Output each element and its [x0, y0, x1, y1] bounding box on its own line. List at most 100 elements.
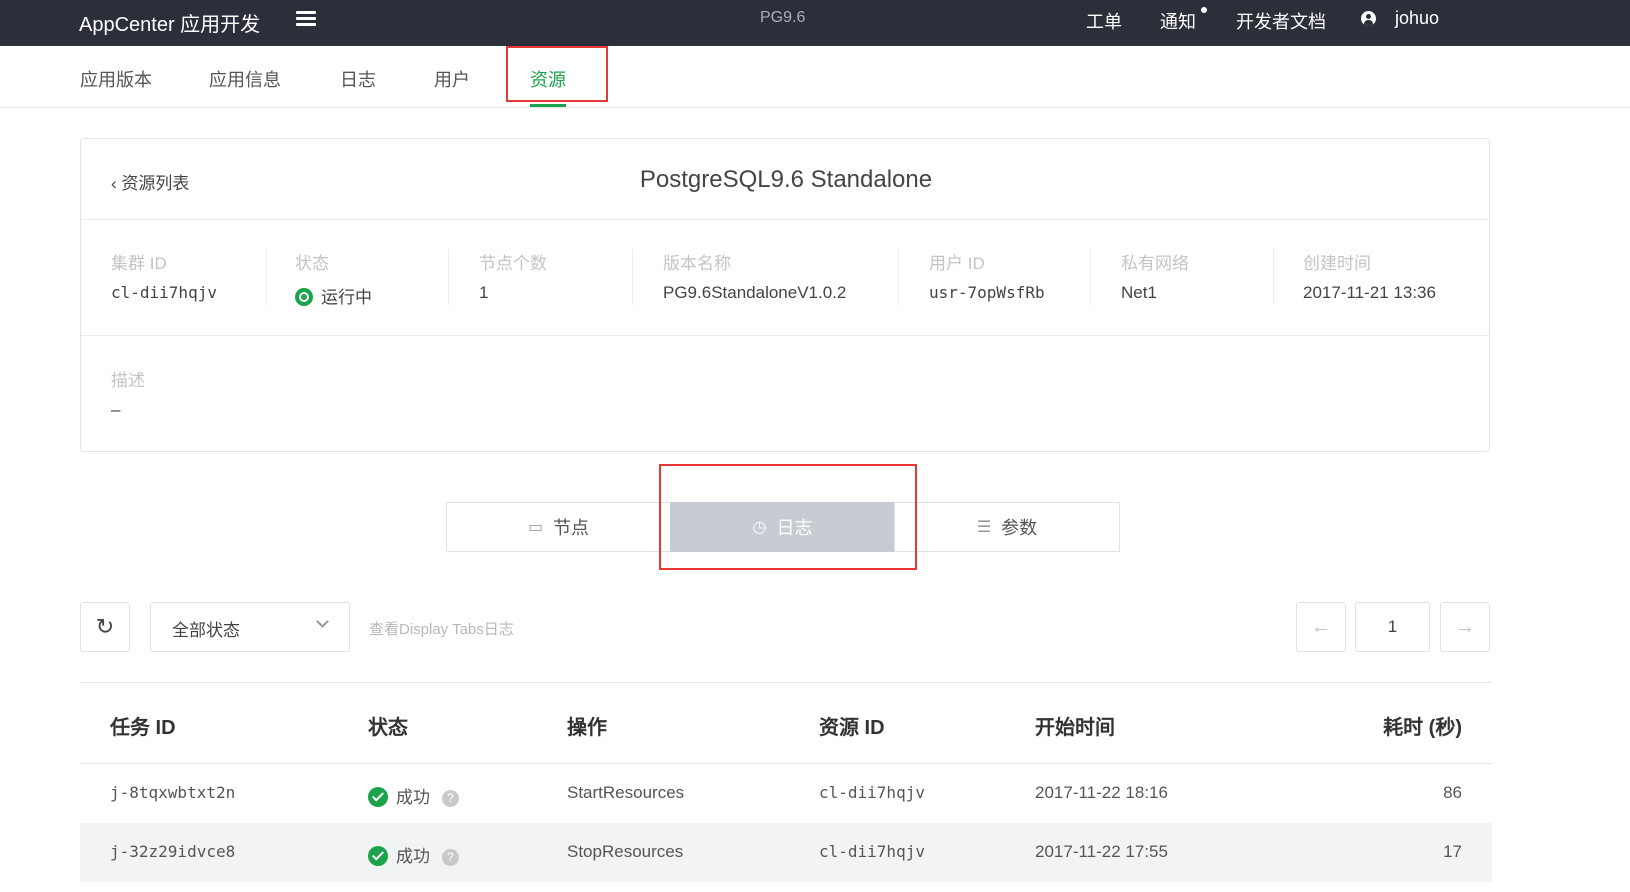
segment-label: 日志 [776, 518, 813, 538]
field-value: 2017-11-21 13:36 [1303, 283, 1436, 302]
resource-id[interactable]: cl-dii7hqjv [819, 842, 925, 861]
field-cluster-id: 集群 ID cl-dii7hqjv [111, 249, 217, 302]
tab-versions[interactable]: 应用版本 [80, 66, 152, 92]
segment-params[interactable]: ☰ 参数 [894, 502, 1120, 552]
notify-badge-dot [1201, 7, 1207, 13]
user-name[interactable]: johuo [1395, 8, 1439, 29]
top-bar: AppCenter 应用开发 PG9.6 工单 通知 开发者文档 johuo [0, 0, 1630, 46]
field-label: 私有网络 [1121, 254, 1189, 273]
tab-users[interactable]: 用户 [434, 66, 470, 92]
start-time: 2017-11-22 18:16 [1035, 783, 1168, 802]
list-icon: ☰ [976, 519, 992, 536]
field-label: 版本名称 [663, 254, 731, 273]
monitor-icon: ▭ [527, 519, 544, 536]
resource-id[interactable]: cl-dii7hqjv [819, 783, 925, 802]
page-number[interactable]: 1 [1355, 602, 1430, 652]
field-created: 创建时间 2017-11-21 13:36 [1303, 249, 1436, 303]
cluster-title: PostgreSQL9.6 Standalone [639, 166, 933, 193]
column-header: 任务 ID [110, 717, 176, 739]
divider [81, 219, 1489, 220]
clock-icon: ◷ [752, 519, 767, 536]
tab-bar: 应用版本 应用信息 日志 用户 资源 [0, 46, 1630, 108]
segment-label: 参数 [1001, 518, 1038, 538]
active-tab-underline [530, 104, 566, 107]
divider [1273, 249, 1274, 305]
field-user-id: 用户 ID usr-7opWsfRb [929, 249, 1045, 302]
field-label: 集群 ID [111, 254, 167, 273]
app-name-title: PG9.6 [760, 9, 806, 26]
field-label: 用户 ID [929, 254, 985, 273]
check-circle-icon [368, 846, 388, 866]
question-icon[interactable]: ? [442, 849, 459, 866]
job-id[interactable]: j-8tqxwbtxt2n [110, 783, 235, 802]
field-label: 创建时间 [1303, 254, 1371, 273]
column-header: 状态 [368, 717, 408, 739]
segment-nodes[interactable]: ▭ 节点 [446, 502, 671, 552]
field-value: 1 [479, 283, 489, 302]
field-value: PG9.6StandaloneV1.0.2 [663, 283, 847, 302]
duration: 17 [1443, 842, 1462, 861]
divider [81, 335, 1489, 336]
question-icon[interactable]: ? [442, 790, 459, 807]
field-description: 描述 – [111, 366, 145, 420]
next-page-button[interactable]: → [1440, 602, 1490, 652]
app-brand[interactable]: AppCenter 应用开发 [79, 8, 260, 37]
segment-logs[interactable]: ◷ 日志 [670, 502, 895, 552]
field-value[interactable]: cl-dii7hqjv [111, 283, 217, 302]
table-header: 任务 ID 状态 操作 资源 ID 开始时间 耗时 (秒) [80, 682, 1492, 764]
field-label: 状态 [295, 254, 329, 273]
segment-label: 节点 [553, 518, 590, 538]
duration: 86 [1443, 783, 1462, 802]
prev-page-button[interactable]: ← [1296, 602, 1346, 652]
divider [266, 249, 267, 305]
job-status: 成功? [368, 783, 459, 808]
tab-resources[interactable]: 资源 [530, 66, 566, 92]
hamburger-menu-icon[interactable] [296, 11, 316, 27]
divider [1090, 249, 1091, 305]
status-text: 成功 [396, 788, 430, 807]
table-row: j-8tqxwbtxt2n 成功? StartResources cl-dii7… [80, 764, 1492, 823]
status-text: 运行中 [321, 288, 372, 307]
column-header: 耗时 (秒) [1383, 717, 1462, 739]
field-value: usr-7opWsfRb [929, 283, 1045, 302]
job-action: StartResources [567, 783, 685, 802]
job-status: 成功? [368, 842, 459, 867]
display-tabs-log-link[interactable]: 查看Display Tabs日志 [369, 618, 514, 639]
field-label: 节点个数 [479, 254, 547, 273]
tab-app-info[interactable]: 应用信息 [209, 66, 281, 92]
status-value: 运行中 [295, 283, 372, 308]
field-vpc: 私有网络 Net1 [1121, 249, 1189, 303]
field-version: 版本名称 PG9.6StandaloneV1.0.2 [663, 249, 846, 303]
arrow-right-icon: → [1455, 615, 1475, 638]
column-header: 开始时间 [1035, 717, 1115, 739]
status-filter-value: 全部状态 [172, 621, 240, 640]
field-status: 状态 运行中 [295, 249, 372, 308]
refresh-icon: ↻ [95, 614, 115, 639]
nav-docs[interactable]: 开发者文档 [1236, 8, 1326, 34]
column-header: 资源 ID [819, 717, 885, 739]
running-status-icon [295, 288, 313, 306]
job-id[interactable]: j-32z29idvce8 [110, 842, 235, 861]
tab-logs[interactable]: 日志 [340, 66, 376, 92]
divider [632, 249, 633, 305]
field-label: 描述 [111, 371, 145, 390]
status-text: 成功 [396, 847, 430, 866]
nav-notify[interactable]: 通知 [1160, 8, 1196, 34]
job-action: StopResources [567, 842, 684, 861]
start-time: 2017-11-22 17:55 [1035, 842, 1168, 861]
nav-ticket[interactable]: 工单 [1086, 8, 1122, 34]
column-header: 操作 [567, 717, 607, 739]
table-row: j-32z29idvce8 成功? StopResources cl-dii7h… [80, 823, 1492, 882]
jobs-table: 任务 ID 状态 操作 资源 ID 开始时间 耗时 (秒) j-8tqxwbtx… [80, 682, 1492, 882]
field-value: – [111, 400, 121, 419]
field-value[interactable]: Net1 [1121, 283, 1189, 303]
check-circle-icon [368, 787, 388, 807]
chevron-down-icon [316, 615, 329, 628]
divider [898, 249, 899, 305]
field-node-count: 节点个数 1 [479, 249, 547, 303]
status-filter-select[interactable]: 全部状态 [150, 602, 350, 652]
refresh-button[interactable]: ↻ [80, 602, 130, 652]
user-icon[interactable] [1361, 11, 1376, 26]
cluster-info-card: ‹ 资源列表 PostgreSQL9.6 Standalone 集群 ID cl… [80, 138, 1490, 452]
arrow-left-icon: ← [1311, 615, 1331, 638]
